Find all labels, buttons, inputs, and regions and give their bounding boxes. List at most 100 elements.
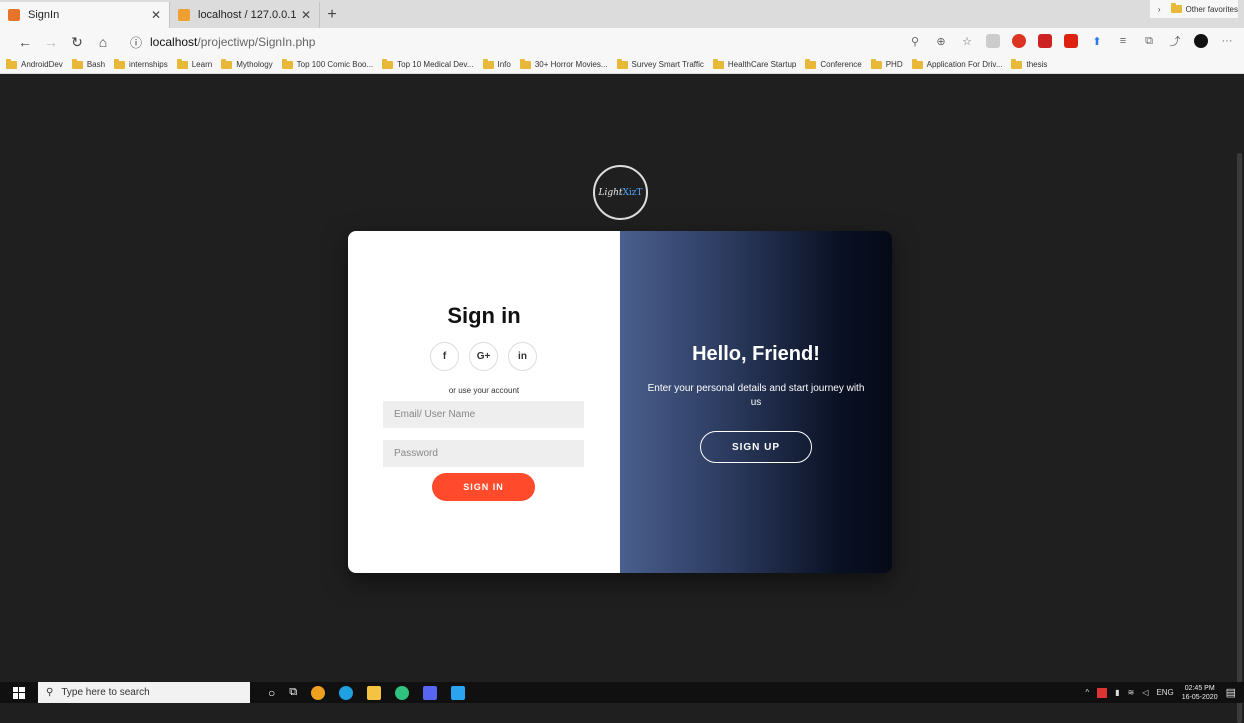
url-field[interactable]: ⓘ localhost/projectiwp/SignIn.php <box>130 34 315 51</box>
vscode-icon[interactable] <box>451 685 466 700</box>
bookmark-item[interactable]: 30+ Horror Movies... <box>519 58 608 69</box>
arrow-up-icon[interactable]: ⬆ <box>1090 34 1104 48</box>
bookmark-item[interactable]: Learn <box>176 58 212 69</box>
cortana-icon[interactable]: ○ <box>268 686 275 700</box>
more-menu-icon[interactable]: ··· <box>1220 34 1234 48</box>
clock[interactable]: 02:45 PM 16-05-2020 <box>1182 684 1218 702</box>
notification-icon[interactable]: ▤ <box>1226 686 1236 699</box>
password-field[interactable] <box>383 440 584 467</box>
tab-bar: SignIn ✕ localhost / 127.0.0.1 / sharks … <box>0 0 1244 28</box>
bookmark-item[interactable]: AndroidDev <box>6 58 63 69</box>
scrollbar-thumb[interactable] <box>1237 153 1242 723</box>
folder-icon <box>870 58 882 69</box>
taskbar-apps: ○ ⧉ <box>268 685 466 700</box>
folder-icon <box>6 58 17 69</box>
bookmark-item[interactable]: Survey Smart Traffic <box>616 58 704 69</box>
system-tray: ^ ▮ ≋ ◁ ENG 02:45 PM 16-05-2020 ▤ <box>1085 682 1236 703</box>
bookmark-item[interactable]: PHD <box>870 58 903 69</box>
auth-card: Sign in f G+ in or use your account SIGN… <box>348 231 892 573</box>
shield-icon[interactable] <box>1038 34 1052 48</box>
linkedin-icon[interactable]: in <box>508 342 537 371</box>
favorites-icon[interactable]: ≡ <box>1116 34 1130 48</box>
other-favorites[interactable]: Other favorites <box>1186 5 1238 14</box>
scrollbar[interactable] <box>1235 75 1244 723</box>
windows-start-icon[interactable] <box>0 682 38 703</box>
bookmark-item[interactable]: thesis <box>1011 58 1047 69</box>
bookmark-item[interactable]: HealthCare Startup <box>712 58 797 69</box>
logo-accent-text: XizT <box>622 187 643 198</box>
bookmark-item[interactable]: Top 100 Comic Boo... <box>281 58 373 69</box>
signup-button[interactable]: SIGN UP <box>700 431 812 463</box>
zoom-in-icon[interactable]: ⊕ <box>934 34 948 48</box>
edge-icon[interactable] <box>339 685 354 700</box>
bookmark-item[interactable]: Mythology <box>221 58 273 69</box>
bookmark-label: Application For Driv... <box>926 60 1003 69</box>
folder-icon <box>519 58 531 69</box>
phpmyadmin-favicon-icon <box>178 9 190 21</box>
profile-avatar-icon[interactable] <box>1194 34 1208 48</box>
tab-phpmyadmin[interactable]: localhost / 127.0.0.1 / sharks / b ✕ <box>170 2 320 28</box>
app-icon[interactable] <box>311 685 326 700</box>
refresh-icon[interactable]: ↻ <box>64 34 90 51</box>
extension-icon[interactable] <box>986 34 1000 48</box>
tab-label: SignIn <box>28 9 60 21</box>
bookmark-item[interactable]: Application For Driv... <box>911 58 1003 69</box>
email-field[interactable] <box>383 401 584 428</box>
address-bar: ← → ↻ ⌂ ⓘ localhost/projectiwp/SignIn.ph… <box>0 28 1244 56</box>
folder-icon <box>616 58 628 69</box>
language-indicator[interactable]: ENG <box>1156 688 1173 697</box>
signin-title: Sign in <box>447 303 521 328</box>
share-icon[interactable]: ⤴ <box>1168 34 1182 48</box>
close-tab-icon[interactable]: ✕ <box>151 8 161 22</box>
chevron-right-icon[interactable]: › <box>1158 5 1161 14</box>
youtube-icon[interactable] <box>1064 34 1078 48</box>
bookmarks-overflow: › Other favorites <box>1149 0 1238 18</box>
bookmark-item[interactable]: Bash <box>71 58 105 69</box>
forward-arrow-icon[interactable]: → <box>38 34 64 50</box>
url-path: /projectiwp/SignIn.php <box>197 35 316 49</box>
folder-icon <box>176 58 188 69</box>
file-explorer-icon[interactable] <box>367 685 382 700</box>
home-icon[interactable]: ⌂ <box>90 34 116 50</box>
bookmark-label: PHD <box>885 60 903 69</box>
folder-icon <box>911 58 923 69</box>
tray-app-icon[interactable] <box>1097 687 1108 698</box>
volume-icon[interactable]: ◁ <box>1142 688 1148 697</box>
info-icon[interactable]: ⓘ <box>130 34 142 51</box>
new-tab-button[interactable]: + <box>320 2 344 28</box>
favorite-star-icon[interactable]: ☆ <box>960 34 974 48</box>
or-use-account-text: or use your account <box>448 386 520 395</box>
folder-icon <box>482 58 494 69</box>
bookmark-label: Info <box>497 60 511 69</box>
google-plus-icon[interactable]: G+ <box>469 342 498 371</box>
search-placeholder: Type here to search <box>61 687 150 698</box>
close-tab-icon[interactable]: ✕ <box>301 8 311 22</box>
zoom-out-icon[interactable]: ⚲ <box>908 34 922 48</box>
battery-icon[interactable]: ▮ <box>1115 688 1119 697</box>
bookmark-item[interactable]: Top 10 Medical Dev... <box>382 58 474 69</box>
task-view-icon[interactable]: ⧉ <box>289 686 297 699</box>
url-host: localhost <box>150 35 198 49</box>
folder-icon <box>71 58 83 69</box>
bookmark-item[interactable]: internships <box>114 58 168 69</box>
app-icon[interactable] <box>395 685 410 700</box>
adblock-icon[interactable] <box>1012 34 1026 48</box>
clock-date: 16-05-2020 <box>1181 693 1218 701</box>
extension-icons: ⚲ ⊕ ☆ ⬆ ≡ ⧉ ⤴ ··· <box>908 34 1234 48</box>
signin-panel: Sign in f G+ in or use your account SIGN… <box>348 231 620 573</box>
logo-text: Light <box>598 187 623 198</box>
facebook-icon[interactable]: f <box>430 342 459 371</box>
bookmark-label: HealthCare Startup <box>727 60 797 69</box>
folder-icon <box>805 58 817 69</box>
collections-icon[interactable]: ⧉ <box>1142 34 1156 48</box>
wifi-icon[interactable]: ≋ <box>1128 688 1135 697</box>
tab-signin[interactable]: SignIn ✕ <box>0 2 170 28</box>
discord-icon[interactable] <box>423 685 438 700</box>
bookmark-item[interactable]: Info <box>482 58 511 69</box>
chevron-up-icon[interactable]: ^ <box>1085 688 1089 697</box>
taskbar-search[interactable]: ⚲ Type here to search <box>38 682 250 703</box>
back-arrow-icon[interactable]: ← <box>12 34 38 50</box>
folder-icon <box>1170 3 1182 13</box>
signin-button[interactable]: SIGN IN <box>432 473 535 501</box>
bookmark-item[interactable]: Conference <box>805 58 862 69</box>
